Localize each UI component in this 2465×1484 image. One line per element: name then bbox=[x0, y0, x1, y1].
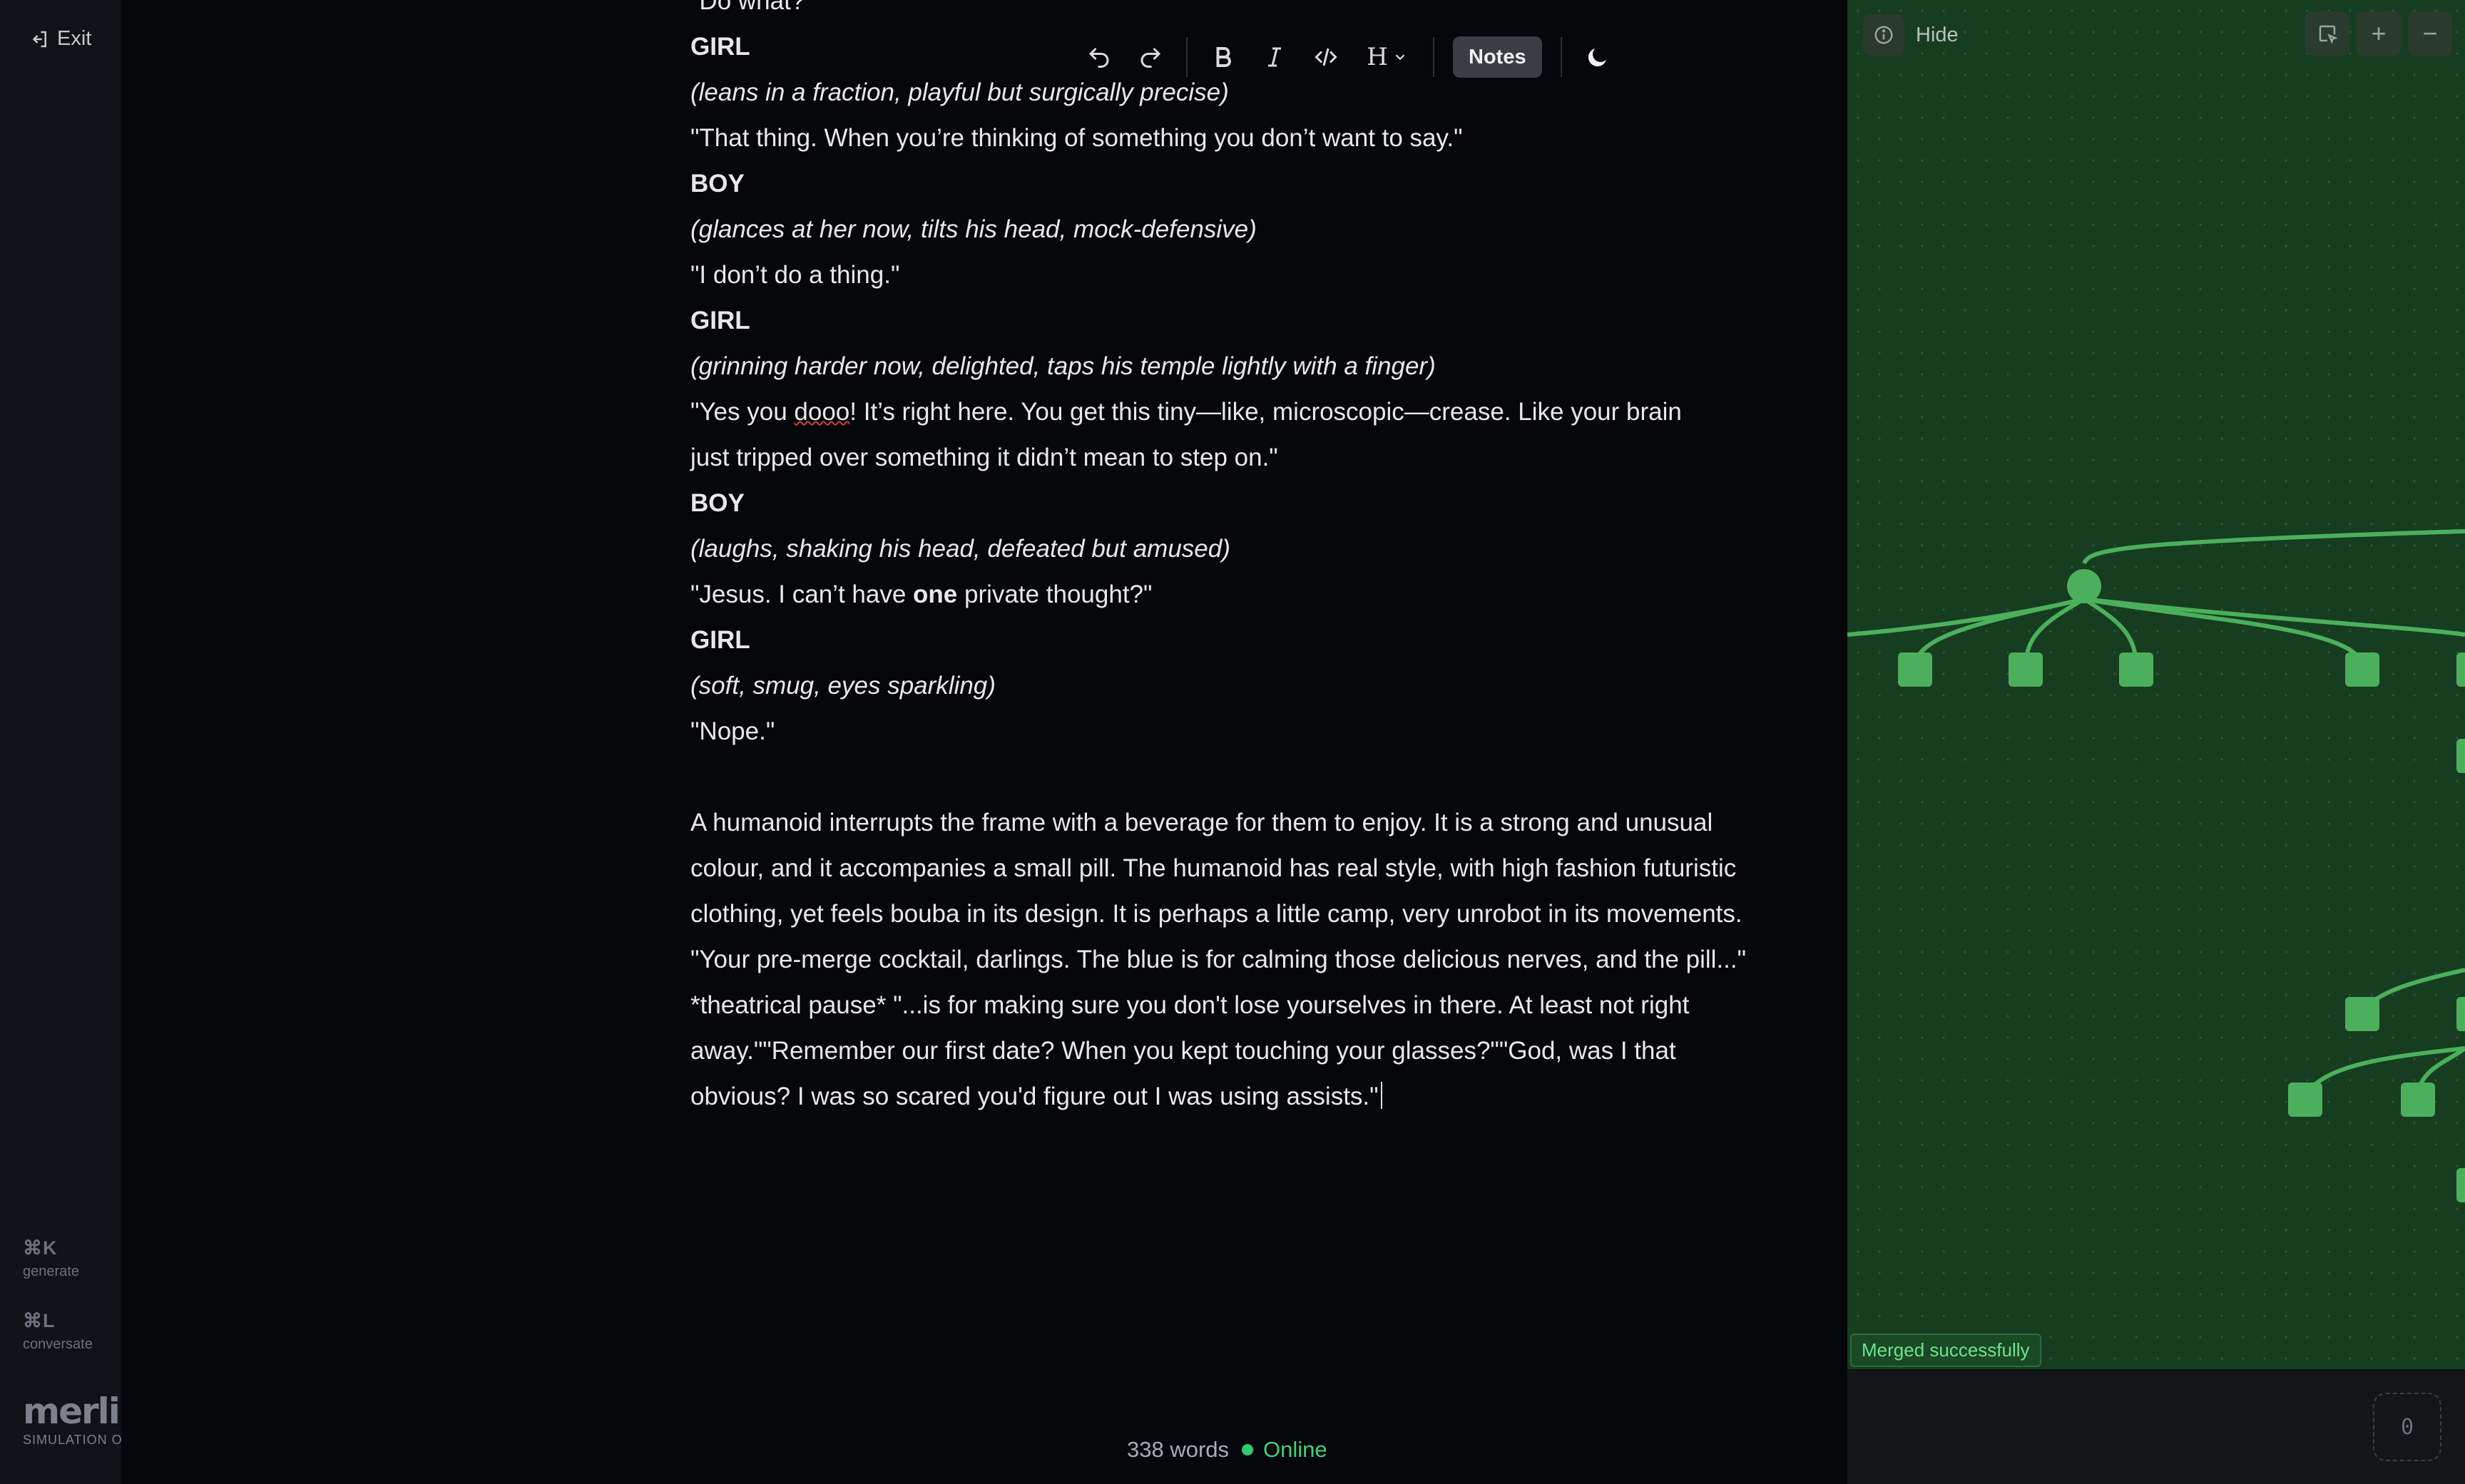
tree-node bbox=[2456, 653, 2465, 687]
merge-toast: Merged successfully bbox=[1850, 1334, 2041, 1367]
dialogue-line: "Jesus. I can’t have one private thought… bbox=[690, 572, 1889, 618]
chevron-down-icon bbox=[1395, 54, 1405, 61]
text-caret bbox=[1380, 1082, 1382, 1109]
text-run: "Yes you bbox=[690, 398, 795, 426]
tree-node bbox=[2456, 997, 2465, 1031]
bold-text: one bbox=[913, 580, 958, 608]
action-paragraph: A humanoid interrupts the frame with a b… bbox=[690, 800, 1767, 1120]
undo-button[interactable] bbox=[1073, 31, 1125, 83]
info-button[interactable] bbox=[1863, 14, 1904, 56]
editor-area[interactable]: "Do what?" GIRL (leans in a fraction, play… bbox=[121, 0, 1847, 1484]
tree-node bbox=[2345, 653, 2379, 687]
exit-button[interactable]: Exit bbox=[29, 27, 91, 51]
shortcut-label: generate bbox=[23, 1264, 79, 1279]
undo-icon bbox=[1088, 47, 1109, 68]
shortcut-key: ⌘L bbox=[23, 1310, 56, 1331]
character-name: BOY bbox=[690, 170, 745, 198]
character-name: GIRL bbox=[690, 626, 750, 654]
tree-node bbox=[1898, 653, 1932, 687]
text-run: ! It’s right here. You get this tiny—lik… bbox=[849, 398, 1682, 426]
status-bar: 338 words Online bbox=[1127, 1437, 1327, 1463]
tree-node bbox=[2456, 739, 2465, 773]
exit-icon bbox=[32, 31, 46, 47]
paragraph-text: A humanoid interrupts the frame with a b… bbox=[690, 809, 1747, 1110]
branch-tree[interactable] bbox=[1847, 0, 2465, 1369]
select-tool-button[interactable] bbox=[2305, 11, 2349, 56]
stage-direction: (soft, smug, eyes sparkling) bbox=[690, 672, 996, 700]
dialogue-line: "Nope." bbox=[690, 717, 775, 745]
minus-icon: − bbox=[2422, 19, 2438, 48]
character-name: BOY bbox=[690, 489, 745, 517]
italic-button[interactable] bbox=[1249, 31, 1300, 83]
moon-icon bbox=[1588, 48, 1606, 67]
notes-button[interactable]: Notes bbox=[1453, 36, 1542, 78]
misspelled-word[interactable]: dooo bbox=[794, 398, 849, 426]
document-body[interactable]: "Do what?" GIRL (leans in a fraction, play… bbox=[690, 0, 1889, 1120]
dialogue-line: "Yes you dooo! It’s right here. You get … bbox=[690, 389, 1889, 435]
plus-icon: + bbox=[2371, 19, 2387, 48]
dialogue-line: "I don’t do a thing." bbox=[690, 261, 900, 289]
dialogue-line: "Do what?" bbox=[690, 0, 814, 15]
connection-status: Online bbox=[1242, 1437, 1327, 1463]
italic-icon bbox=[1268, 47, 1281, 67]
heading-label: H bbox=[1367, 43, 1388, 71]
toolbar-divider bbox=[1433, 37, 1434, 77]
stage-direction: (laughs, shaking his head, defeated but … bbox=[690, 535, 1230, 563]
redo-button[interactable] bbox=[1125, 31, 1176, 83]
tree-node bbox=[2456, 1168, 2465, 1202]
tree-node bbox=[2009, 653, 2043, 687]
stage-direction: (grinning harder now, delighted, taps hi… bbox=[690, 352, 1436, 380]
text-run: private thought?" bbox=[957, 580, 1153, 608]
bold-button[interactable] bbox=[1198, 31, 1249, 83]
shortcut-generate[interactable]: ⌘K generate bbox=[23, 1237, 79, 1280]
tree-node bbox=[2345, 997, 2379, 1031]
format-toolbar: H Notes bbox=[1073, 31, 1623, 83]
shortcut-conversate[interactable]: ⌘L conversate bbox=[23, 1310, 93, 1353]
exit-label: Exit bbox=[57, 27, 92, 50]
word-count: 338 words bbox=[1127, 1437, 1230, 1462]
dialogue-line: "That thing. When you’re thinking of som… bbox=[690, 124, 1463, 152]
hide-label: Hide bbox=[1916, 23, 1959, 46]
tree-root-node bbox=[2067, 569, 2101, 603]
redo-icon bbox=[1140, 47, 1161, 68]
info-icon bbox=[1874, 26, 1893, 44]
status-dot bbox=[1242, 1444, 1254, 1455]
left-rail: Exit ⌘K generate ⌘L conversate merlin SI… bbox=[0, 0, 145, 1484]
character-name: GIRL bbox=[690, 307, 750, 334]
tree-node bbox=[2288, 1083, 2322, 1117]
tree-node bbox=[2119, 653, 2153, 687]
connection-label: Online bbox=[1263, 1437, 1327, 1462]
stage-direction: (glances at her now, tilts his head, moc… bbox=[690, 215, 1257, 243]
heading-dropdown[interactable]: H bbox=[1352, 43, 1423, 71]
code-button[interactable] bbox=[1300, 31, 1352, 83]
zoom-out-button[interactable]: − bbox=[2408, 11, 2452, 56]
toolbar-divider bbox=[1186, 37, 1188, 77]
select-cursor-icon bbox=[2319, 25, 2338, 44]
theme-toggle-button[interactable] bbox=[1572, 31, 1623, 83]
hide-panel-button[interactable]: Hide bbox=[1863, 14, 1959, 56]
shortcut-key: ⌘K bbox=[23, 1237, 58, 1259]
code-icon bbox=[1315, 48, 1337, 66]
toolbar-divider bbox=[1560, 37, 1562, 77]
zoom-in-button[interactable]: + bbox=[2357, 11, 2401, 56]
text-run: "Jesus. I can’t have bbox=[690, 580, 914, 608]
shortcut-label: conversate bbox=[23, 1336, 93, 1352]
bold-icon bbox=[1216, 47, 1231, 67]
counter-badge[interactable]: 0 bbox=[2373, 1393, 2441, 1461]
tree-node bbox=[2401, 1083, 2435, 1117]
dialogue-line: just tripped over something it didn’t me… bbox=[690, 444, 1278, 471]
